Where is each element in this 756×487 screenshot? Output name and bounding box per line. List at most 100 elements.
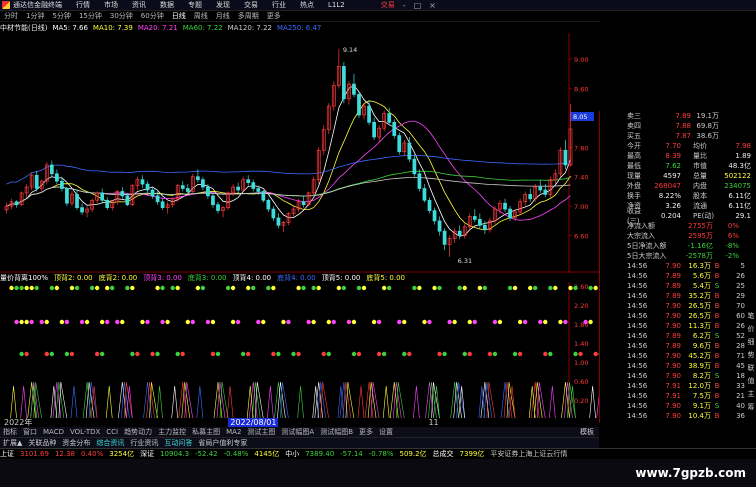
- side-tab[interactable]: 筹: [746, 402, 756, 412]
- indicator-tab[interactable]: 指标: [3, 427, 17, 437]
- flow-percent: -2%: [725, 252, 739, 260]
- menu-industry[interactable]: 行业: [272, 0, 286, 10]
- divergence-marker: [573, 351, 578, 357]
- divergence-marker: [44, 319, 49, 325]
- flow-percent: 0%: [727, 222, 739, 230]
- divergence-marker: [24, 351, 29, 357]
- divergence-marker: [155, 351, 160, 357]
- menu-topics[interactable]: 专题: [188, 0, 202, 10]
- extension-tab[interactable]: 行业资讯: [130, 438, 158, 448]
- side-tab[interactable]: 势: [746, 350, 756, 360]
- stat-label: 股本: [693, 192, 707, 200]
- period-tab[interactable]: 5分钟: [51, 11, 71, 21]
- menu-data[interactable]: 数据: [160, 0, 174, 10]
- trade-button[interactable]: 交易: [381, 0, 395, 10]
- title-bar: 通达信金融终端 行情 市场 资讯 数据 专题 发现 交易 行业 热点 L1L2 …: [0, 0, 756, 11]
- divergence-marker: [34, 285, 39, 291]
- divergence-marker: [190, 319, 195, 325]
- stat-row: 收益(三) 0.204 PE(动) 29.1: [600, 207, 756, 225]
- side-tab[interactable]: 笔: [746, 311, 756, 321]
- extension-tab[interactable]: 关联品种: [28, 438, 56, 448]
- side-tab[interactable]: 联: [746, 363, 756, 373]
- menu-l1l2[interactable]: L1L2: [328, 1, 345, 9]
- menu-hotspot[interactable]: 热点: [300, 0, 314, 10]
- candle-body: [261, 191, 266, 201]
- indicator-tab[interactable]: CCI: [106, 428, 118, 436]
- tick-direction: B: [714, 312, 720, 320]
- divergence-marker: [316, 285, 321, 291]
- indicator-tab[interactable]: 趋势动力: [124, 427, 152, 437]
- tick-row: 14:56 7.89 6.2万 S 52: [600, 331, 756, 341]
- tick-count: 60: [736, 312, 745, 320]
- indicator-tab[interactable]: 设置: [379, 427, 393, 437]
- indicator-tab[interactable]: VOL-TDX: [70, 428, 100, 436]
- divergence-marker: [568, 285, 573, 291]
- ma-legend: 中材节能(日线) MA5: 7.66 MA10: 7.39 MA20: 7.21 MA…: [0, 22, 600, 33]
- candle-body: [472, 216, 477, 220]
- minimize-button[interactable]: -: [403, 1, 406, 10]
- tick-count: 70: [736, 302, 745, 310]
- period-tab[interactable]: 日线: [170, 11, 187, 21]
- indicator-tab[interactable]: 测试主图: [247, 427, 275, 437]
- stat-value: 268047: [654, 182, 681, 190]
- divergence-marker: [346, 319, 352, 325]
- close-button[interactable]: ×: [429, 1, 436, 10]
- menu-market[interactable]: 市场: [104, 0, 118, 10]
- indicator-tab[interactable]: 私募主图: [192, 427, 220, 437]
- divergence-marker: [296, 285, 301, 291]
- menu-quotes[interactable]: 行情: [76, 0, 90, 10]
- extension-tab[interactable]: 综合资讯: [96, 438, 124, 448]
- extension-tab[interactable]: 省局户值利专家: [198, 438, 247, 448]
- tick-direction: S: [714, 332, 720, 340]
- divergence-marker: [210, 319, 216, 325]
- indicator-tab[interactable]: MA2: [226, 428, 241, 436]
- divergence-marker: [578, 351, 583, 357]
- period-tab[interactable]: 更多: [266, 11, 282, 21]
- flow-value: -1.16亿: [687, 242, 713, 250]
- template-button[interactable]: 模板: [580, 427, 594, 437]
- indicator-chart[interactable]: 2.602.201.801.401.000.600.20: [0, 282, 599, 418]
- period-tab[interactable]: 60分钟: [140, 11, 165, 21]
- price-tick-label: 9.00: [574, 56, 588, 64]
- indicator-tab[interactable]: 测试幅图A: [281, 427, 314, 437]
- period-tab[interactable]: 周线: [193, 11, 209, 21]
- indicator-tab[interactable]: 测试幅图B: [320, 427, 353, 437]
- stat-row: 现量 4597 总量 502122: [600, 171, 756, 181]
- menu-news[interactable]: 资讯: [132, 0, 146, 10]
- tick-price: 7.90: [665, 322, 681, 330]
- side-tab[interactable]: 主: [746, 389, 756, 399]
- stat-label: 最低: [627, 162, 641, 170]
- indicator-tab[interactable]: MACD: [43, 428, 64, 436]
- divergence-marker: [99, 319, 105, 325]
- menu-trade[interactable]: 交易: [244, 0, 258, 10]
- tick-volume: 12.0万: [688, 382, 711, 390]
- period-tab[interactable]: 30分钟: [109, 11, 134, 21]
- price-tick-label: 7.80: [574, 144, 588, 152]
- candle-body: [100, 192, 105, 201]
- low-price-annotation: 6.31: [458, 257, 472, 265]
- stat-value: 502122: [724, 172, 751, 180]
- indicator-tab[interactable]: 窗口: [23, 427, 37, 437]
- kline-chart[interactable]: 9.008.608.207.807.407.006.608.059.146.31: [0, 33, 599, 273]
- indicator-tab[interactable]: 更多: [359, 427, 373, 437]
- period-tab[interactable]: 分时: [3, 11, 19, 21]
- maximize-button[interactable]: □: [414, 1, 422, 10]
- fund-flow-row: 5日大宗流入 -2578万 -2%: [600, 251, 756, 261]
- tick-time: 14:56: [627, 312, 648, 320]
- period-tab[interactable]: 月线: [215, 11, 231, 21]
- period-tab[interactable]: 多周期: [237, 11, 260, 21]
- extension-tab[interactable]: 资金分布: [62, 438, 90, 448]
- side-tab[interactable]: 价: [746, 324, 756, 334]
- extension-tab[interactable]: 扩展▲: [3, 438, 22, 448]
- menu-discover[interactable]: 发现: [216, 0, 230, 10]
- side-tab[interactable]: 值: [746, 376, 756, 386]
- side-tab[interactable]: 细: [746, 337, 756, 347]
- divergence-marker: [532, 285, 538, 291]
- divergence-marker: [195, 285, 201, 291]
- flow-label: 5日大宗流入: [627, 252, 667, 260]
- extension-tab[interactable]: 互动问答: [164, 438, 192, 448]
- period-tab[interactable]: 1分钟: [25, 11, 45, 21]
- period-tab[interactable]: 15分钟: [78, 11, 103, 21]
- indicator-tab[interactable]: 主力监控: [158, 427, 186, 437]
- ma-value: MA250: 6.47: [277, 23, 322, 32]
